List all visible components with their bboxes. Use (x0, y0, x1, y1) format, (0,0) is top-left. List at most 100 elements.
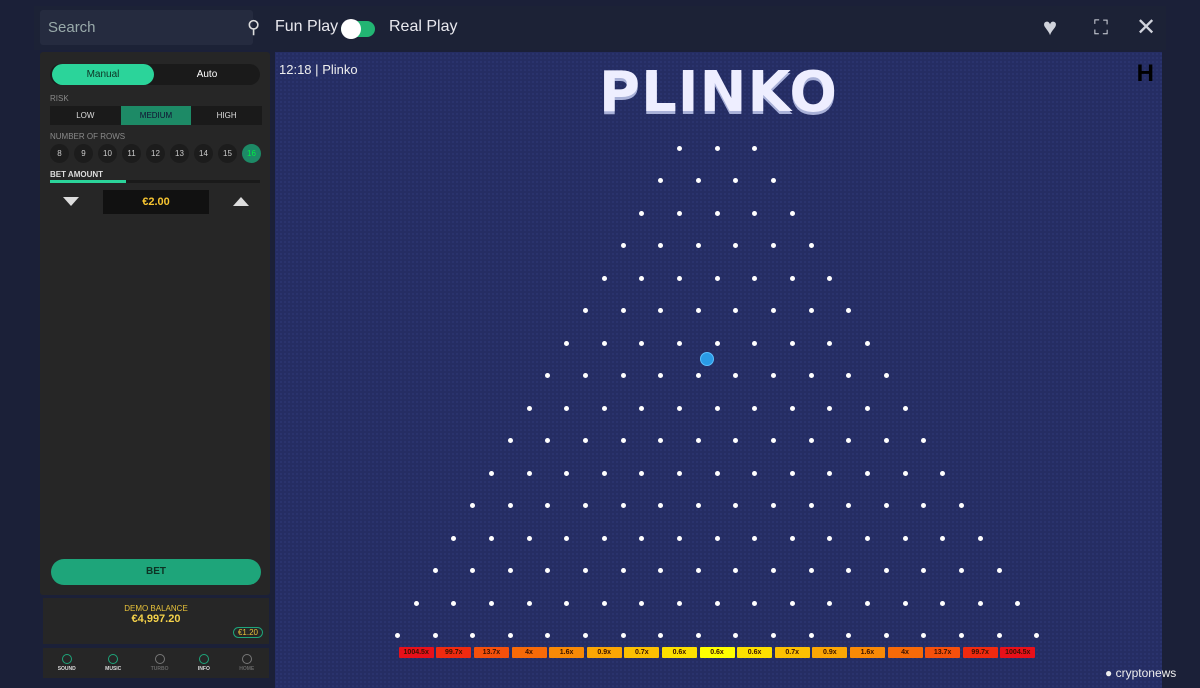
peg (770, 633, 776, 638)
peg (883, 438, 889, 443)
peg (526, 535, 532, 541)
home-button[interactable]: HOME (239, 654, 254, 672)
peg (752, 275, 758, 281)
peg (620, 568, 626, 573)
peg (488, 600, 494, 606)
peg (827, 600, 833, 606)
peg (639, 340, 645, 346)
multiplier-bucket: 99.7x (436, 647, 472, 658)
info-icon (198, 654, 209, 664)
close-icon[interactable]: ✕ (1133, 15, 1159, 41)
peg (827, 340, 833, 346)
peg (545, 633, 551, 638)
play-mode-toggle[interactable] (341, 19, 375, 39)
rows-option-16[interactable]: 16 (242, 144, 261, 163)
multiplier-bucket: 13.7x (473, 647, 509, 658)
multiplier-bucket: 1.6x (849, 647, 885, 658)
peg (564, 535, 570, 541)
risk-medium[interactable]: MEDIUM (120, 106, 192, 125)
peg (545, 568, 551, 573)
tab-manual[interactable]: Manual (52, 64, 154, 85)
peg (470, 503, 476, 508)
risk-low[interactable]: LOW (50, 106, 121, 125)
bet-button[interactable]: BET (51, 559, 261, 585)
rows-option-9[interactable]: 9 (74, 144, 93, 163)
peg (639, 535, 645, 541)
peg (582, 568, 588, 573)
bottom-label: INFO (197, 666, 210, 672)
rows-option-15[interactable]: 15 (218, 144, 237, 163)
peg (620, 243, 626, 248)
peg (883, 568, 889, 573)
peg (808, 308, 814, 313)
increase-bet-button[interactable] (233, 197, 249, 206)
rows-option-11[interactable]: 11 (122, 144, 141, 163)
bet-amount-input[interactable]: €2.00 (103, 190, 209, 214)
decrease-bet-button[interactable] (63, 197, 79, 206)
peg (958, 568, 964, 573)
rows-option-8[interactable]: 8 (50, 144, 69, 163)
real-play-label[interactable]: Real Play (389, 18, 457, 36)
peg (582, 438, 588, 443)
peg (695, 633, 701, 638)
peg (921, 503, 927, 508)
music-button[interactable]: MUSIC (105, 654, 121, 672)
peg (921, 633, 927, 638)
peg (620, 308, 626, 313)
bet-amount-label: BET AMOUNT (50, 170, 104, 179)
peg (714, 470, 720, 476)
fun-play-label[interactable]: Fun Play (275, 18, 338, 36)
peg (864, 405, 870, 411)
peg (789, 405, 795, 411)
rows-selector: 8 9 10 11 12 13 14 15 16 (50, 144, 261, 163)
multiplier-bucket: 4x (511, 647, 547, 658)
rows-option-14[interactable]: 14 (194, 144, 213, 163)
rows-option-13[interactable]: 13 (170, 144, 189, 163)
ball (700, 352, 714, 366)
bottom-label: SOUND (57, 666, 76, 672)
peg (695, 568, 701, 573)
bet-slider[interactable] (50, 180, 260, 183)
peg (940, 535, 946, 541)
peg (695, 243, 701, 248)
peg (902, 600, 908, 606)
peg (564, 405, 570, 411)
peg (601, 470, 607, 476)
turbo-button[interactable]: TURBO (151, 654, 168, 672)
peg (620, 633, 626, 638)
peg (846, 438, 852, 443)
bottom-label: HOME (239, 666, 255, 672)
heart-icon[interactable]: ♥ (1037, 15, 1063, 41)
peg (714, 535, 720, 541)
peg (658, 243, 664, 248)
multiplier-bucket: 0.6x (661, 647, 697, 658)
search-icon[interactable]: ⚲ (247, 17, 260, 38)
peg (695, 373, 701, 378)
peg (752, 340, 758, 346)
peg (977, 535, 983, 541)
peg (658, 438, 664, 443)
bet-panel: Manual Auto RISK LOW MEDIUM HIGH NUMBER … (40, 52, 270, 595)
peg (432, 633, 438, 638)
peg (601, 405, 607, 411)
peg (846, 373, 852, 378)
rows-option-10[interactable]: 10 (98, 144, 117, 163)
tab-auto[interactable]: Auto (156, 64, 258, 85)
sound-icon (61, 654, 72, 664)
bottom-label: MUSIC (105, 666, 122, 672)
peg (714, 340, 720, 346)
peg (808, 243, 814, 248)
peg (940, 600, 946, 606)
peg (507, 438, 513, 443)
search-input[interactable] (48, 19, 247, 36)
info-button[interactable]: INFO (198, 654, 210, 672)
fullscreen-icon[interactable]: ⛶ (1088, 15, 1114, 41)
risk-high[interactable]: HIGH (191, 106, 262, 125)
rows-option-12[interactable]: 12 (146, 144, 165, 163)
multiplier-bucket: 1004.5x (398, 647, 434, 658)
sound-button[interactable]: SOUND (58, 654, 76, 672)
balance-box: DEMO BALANCE €4,997.20 €1.20 (43, 598, 269, 644)
music-icon (108, 654, 119, 664)
peg (846, 633, 852, 638)
search-box[interactable]: ⚲ (40, 10, 260, 45)
